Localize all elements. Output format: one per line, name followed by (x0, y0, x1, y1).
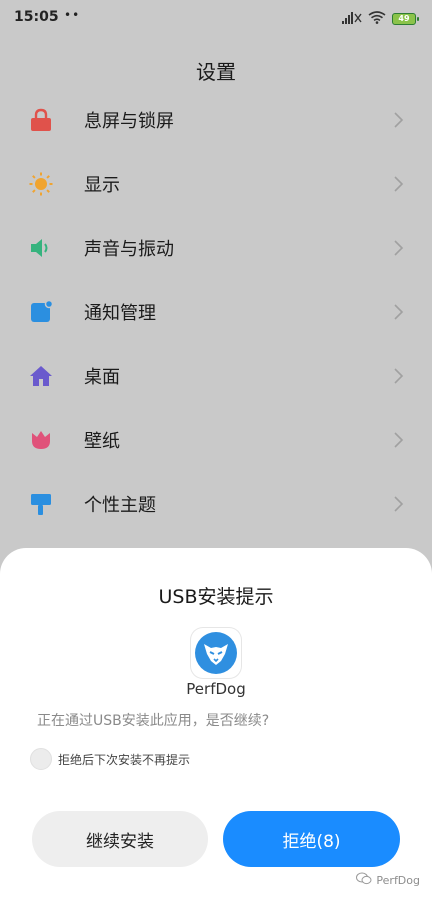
settings-item-notifications[interactable]: 通知管理 (0, 280, 432, 344)
settings-item-themes[interactable]: 个性主题 (0, 472, 432, 536)
settings-item-label: 桌面 (84, 367, 120, 388)
settings-item-display[interactable]: 显示 (0, 152, 432, 216)
battery-icon: 49 (392, 12, 419, 25)
battery-level: 49 (398, 13, 410, 23)
tulip-icon (29, 428, 53, 452)
home-icon (29, 364, 53, 388)
lock-icon (29, 108, 53, 132)
dialog-message: 正在通过USB安装此应用，是否继续? (37, 713, 270, 729)
chevron-right-icon (394, 432, 404, 448)
wifi-icon (368, 9, 386, 28)
settings-item-wallpaper[interactable]: 壁纸 (0, 408, 432, 472)
wechat-icon (356, 872, 372, 888)
status-bar: 15:05 •• 49 (0, 0, 432, 36)
chevron-right-icon (394, 496, 404, 512)
chevron-right-icon (394, 176, 404, 192)
page-title: 设置 (196, 60, 236, 84)
reject-button[interactable]: 拒绝(8) (223, 811, 400, 867)
speaker-icon (29, 236, 53, 260)
dialog-title: USB安装提示 (158, 586, 274, 608)
notification-icon (29, 300, 53, 324)
settings-item-lock-screen[interactable]: 息屏与锁屏 (0, 88, 432, 152)
chevron-right-icon (394, 240, 404, 256)
brush-icon (29, 492, 53, 516)
settings-item-label: 通知管理 (84, 303, 156, 324)
dont-prompt-option[interactable]: 拒绝后下次安装不再提示 (30, 748, 190, 770)
settings-item-label: 个性主题 (84, 495, 156, 516)
status-time: 15:05 (14, 9, 59, 25)
settings-item-label: 声音与振动 (84, 239, 174, 260)
settings-item-label: 显示 (84, 175, 120, 196)
continue-install-button[interactable]: 继续安装 (32, 811, 208, 867)
dont-prompt-checkbox[interactable] (30, 748, 52, 770)
settings-item-label: 壁纸 (84, 431, 120, 452)
chevron-right-icon (394, 112, 404, 128)
perfdog-app-icon (191, 628, 241, 678)
status-icons: 49 (342, 9, 419, 28)
chevron-right-icon (394, 304, 404, 320)
settings-item-label: 息屏与锁屏 (84, 111, 174, 132)
signal-icon (342, 9, 362, 28)
settings-item-desktop[interactable]: 桌面 (0, 344, 432, 408)
chevron-right-icon (394, 368, 404, 384)
usb-install-dialog: USB安装提示 PerfDog 正在通过USB安装此应用，是否继续? 拒绝后下次… (0, 548, 432, 899)
notification-dots: •• (64, 8, 81, 22)
sun-icon (29, 172, 53, 196)
watermark-text: PerfDog (376, 873, 420, 887)
watermark: PerfDog (356, 872, 420, 888)
app-name: PerfDog (186, 680, 246, 698)
settings-item-sound[interactable]: 声音与振动 (0, 216, 432, 280)
dont-prompt-label: 拒绝后下次安装不再提示 (58, 752, 191, 767)
